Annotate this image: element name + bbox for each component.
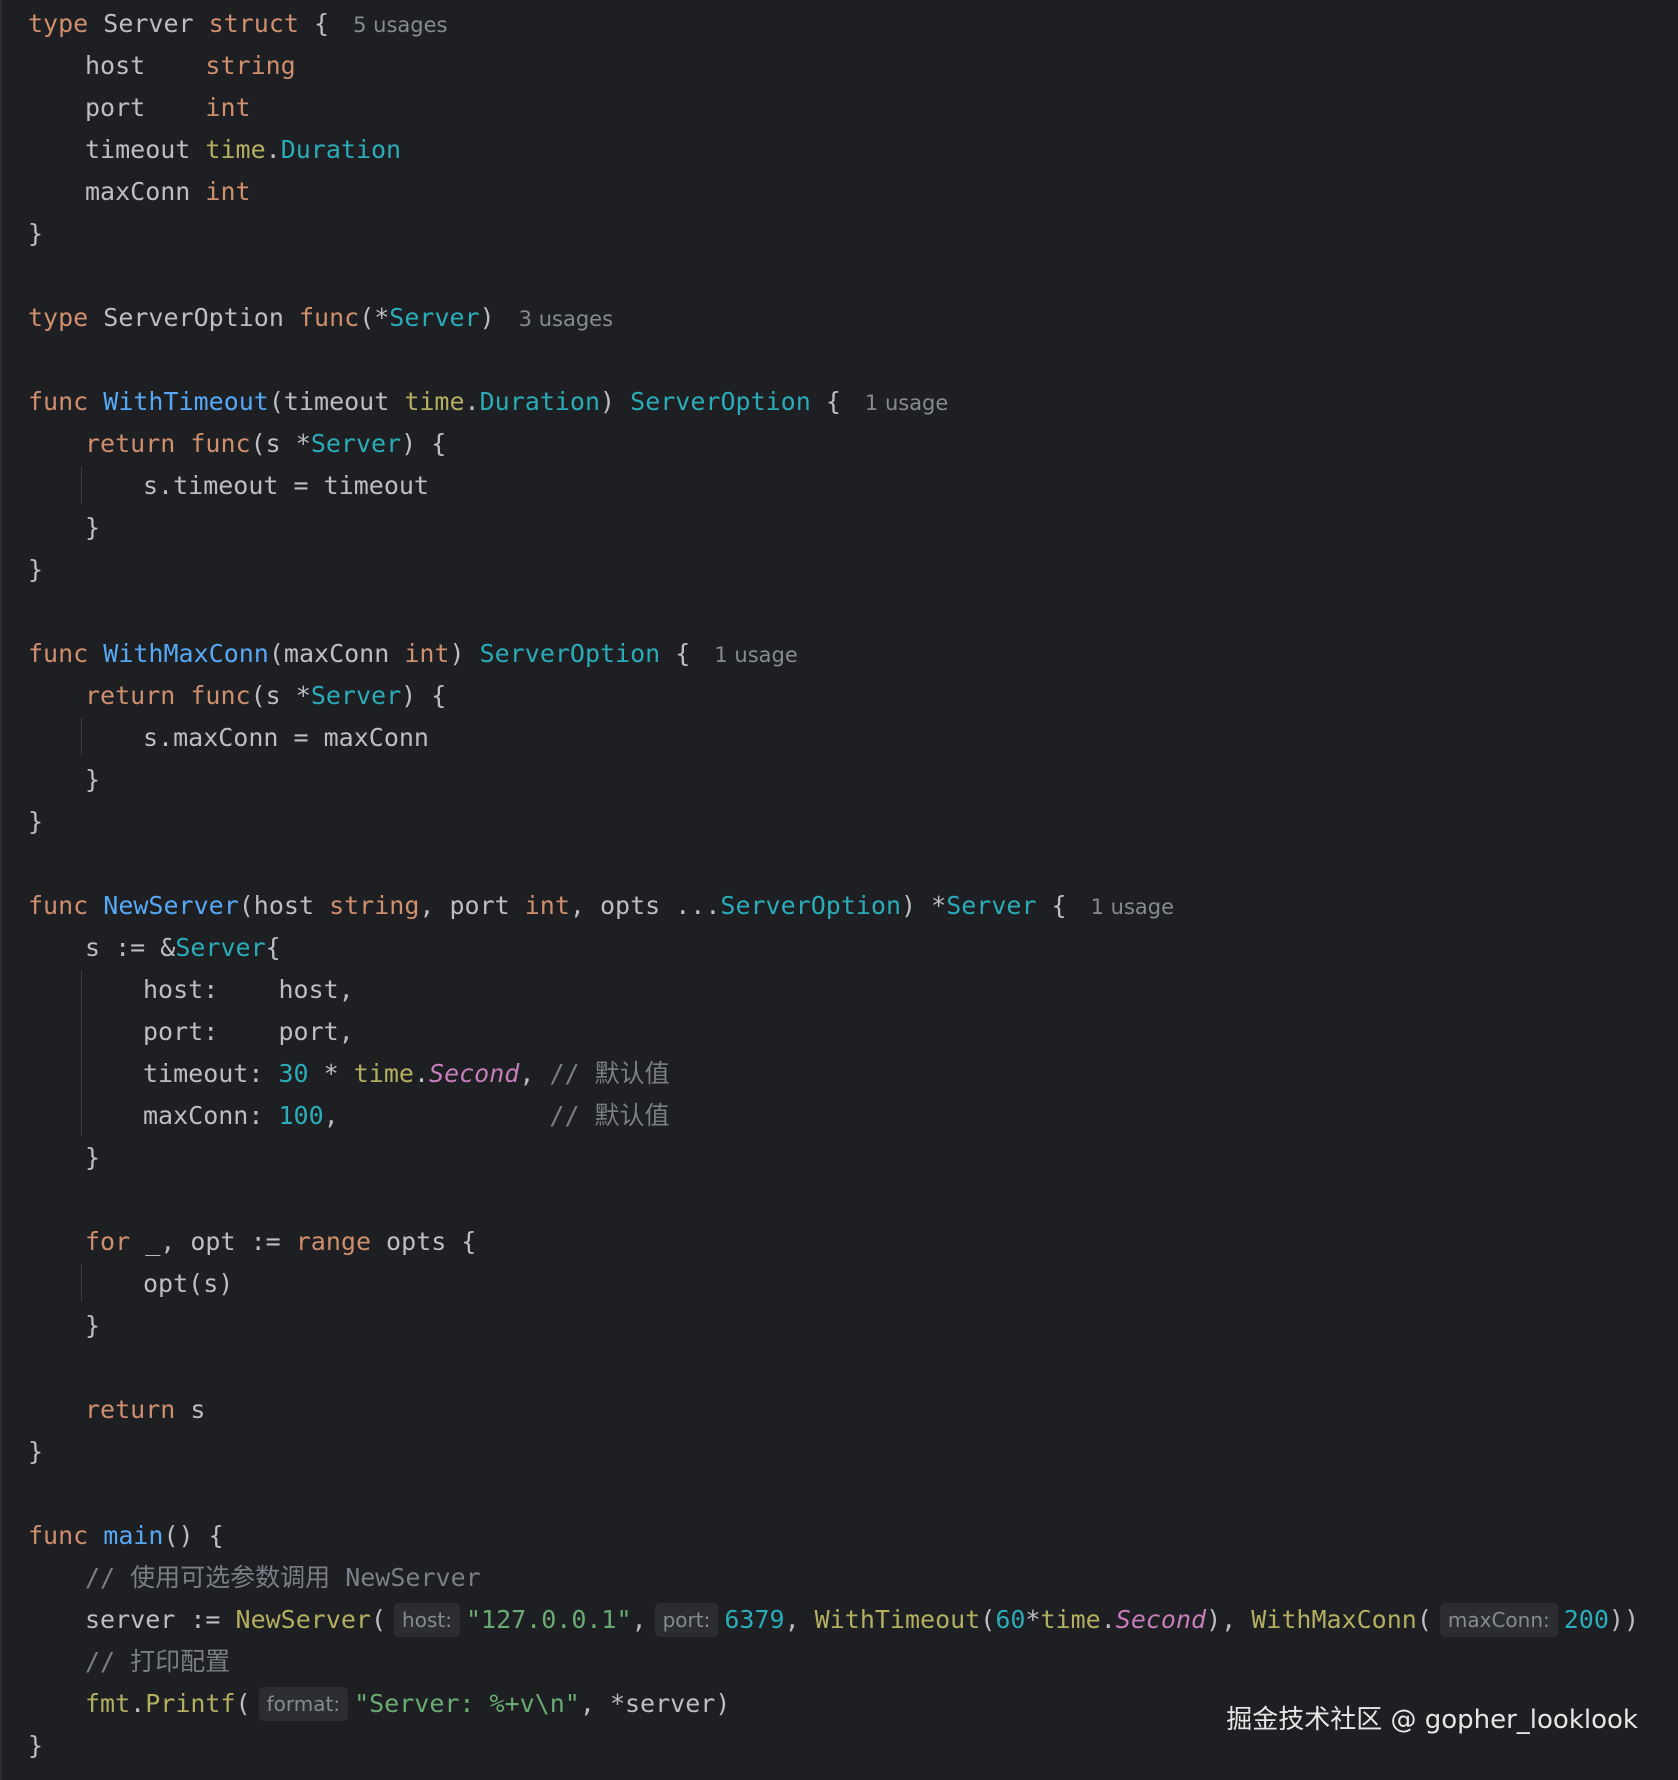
code-line: timeout: 30 * time.Second, // 默认值 xyxy=(143,1059,670,1088)
code-line: fmt.Printf(format: "Server: %+v\n", *serv… xyxy=(85,1683,730,1725)
code-line: } xyxy=(28,807,44,836)
indent-guide xyxy=(81,1264,82,1302)
code-line: s.maxConn = maxConn xyxy=(143,723,429,752)
usages-hint[interactable]: 5 usages xyxy=(353,13,447,37)
code-line: for _, opt := range opts { xyxy=(85,1227,477,1256)
code-line: maxConn int xyxy=(85,177,251,206)
code-line: opt(s) xyxy=(143,1269,234,1298)
param-hint-format: format: xyxy=(258,1687,349,1721)
code-line: } xyxy=(28,555,44,584)
indent-guide xyxy=(81,466,82,504)
code-line: } xyxy=(28,1731,44,1760)
code-line: } xyxy=(85,513,101,542)
usages-hint[interactable]: 3 usages xyxy=(519,307,613,331)
code-line: host: host, xyxy=(143,975,354,1004)
watermark: 掘金技术社区 @ gopher_looklook xyxy=(1226,1705,1638,1735)
code-line: s.timeout = timeout xyxy=(143,471,429,500)
usages-hint[interactable]: 1 usage xyxy=(714,643,797,667)
indent-guide xyxy=(81,970,82,1136)
indent-guide xyxy=(81,718,82,756)
code-line: // 使用可选参数调用 NewServer xyxy=(85,1563,481,1592)
code-line: timeout time.Duration xyxy=(85,135,402,164)
code-line: func WithTimeout(timeout time.Duration) … xyxy=(28,387,949,416)
code-line: host string xyxy=(85,51,296,80)
code-line: } xyxy=(28,1437,44,1466)
code-line: return func(s *Server) { xyxy=(85,429,447,458)
code-line: port int xyxy=(85,93,251,122)
code-line: maxConn: 100, // 默认值 xyxy=(143,1101,670,1130)
code-line: type Server struct {5 usages xyxy=(28,9,448,38)
code-line: } xyxy=(85,765,101,794)
param-hint-maxconn: maxConn: xyxy=(1439,1603,1558,1637)
code-line: } xyxy=(28,219,44,248)
code-line: } xyxy=(85,1143,101,1172)
code-line: func WithMaxConn(maxConn int) ServerOpti… xyxy=(28,639,798,668)
code-line: return s xyxy=(85,1395,206,1424)
code-line: return func(s *Server) { xyxy=(85,681,447,710)
usages-hint[interactable]: 1 usage xyxy=(865,391,948,415)
code-editor[interactable]: type Server struct {5 usages host string… xyxy=(0,0,1678,1780)
code-line: } xyxy=(85,1311,101,1340)
param-hint-port: port: xyxy=(654,1603,719,1637)
code-line: // 打印配置 xyxy=(85,1647,231,1676)
code-line: func NewServer(host string, port int, op… xyxy=(28,891,1175,920)
param-hint-host: host: xyxy=(394,1603,460,1637)
code-line: server := NewServer(host: "127.0.0.1", por… xyxy=(85,1599,1639,1641)
code-line: func main() { xyxy=(28,1521,224,1550)
usages-hint[interactable]: 1 usage xyxy=(1091,895,1174,919)
code-line: type ServerOption func(*Server) 3 usages xyxy=(28,303,614,332)
code-line: port: port, xyxy=(143,1017,354,1046)
code-line: s := &Server{ xyxy=(85,933,281,962)
